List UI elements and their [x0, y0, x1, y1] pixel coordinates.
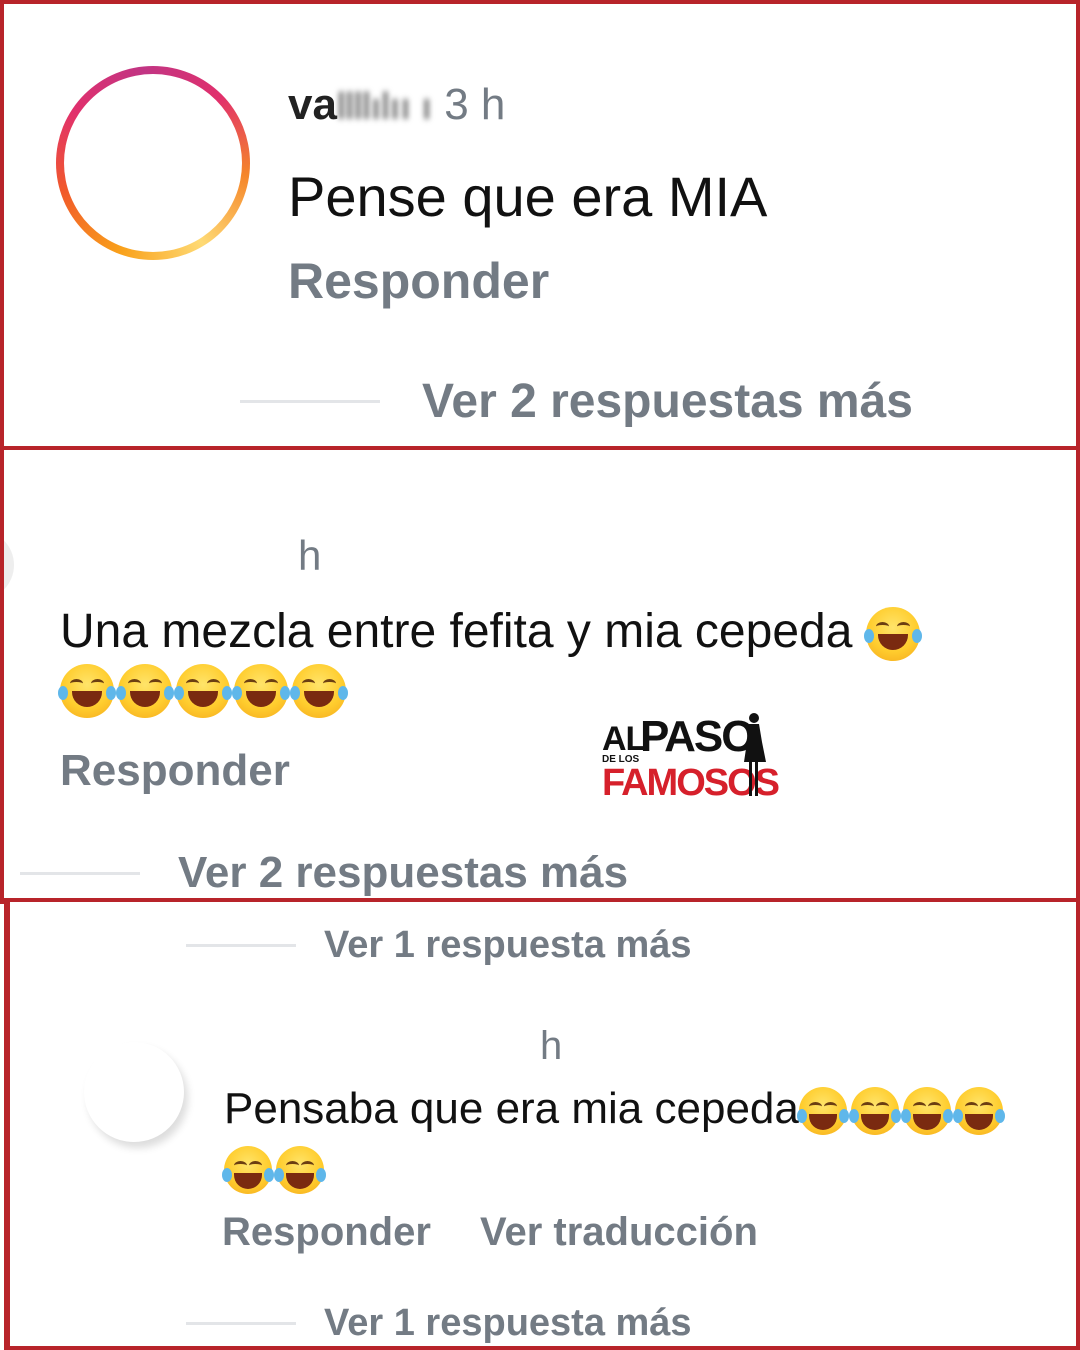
replies-divider [186, 944, 296, 947]
face-with-tears-of-joy-icon [274, 1146, 326, 1194]
view-more-replies[interactable]: Ver 1 respuesta más [324, 1302, 692, 1345]
comment-panel-2: h Una mezcla entre fefita y mia cepeda R… [0, 446, 1080, 904]
comment-text-content: Pensaba que era mia cepeda [224, 1084, 799, 1133]
replies-divider [186, 1322, 296, 1325]
reply-button[interactable]: Responder [60, 746, 290, 796]
emoji-row [58, 664, 350, 718]
view-more-replies[interactable]: Ver 2 respuestas más [422, 374, 913, 429]
face-with-tears-of-joy-icon [848, 1087, 901, 1136]
reply-button[interactable]: Responder [288, 252, 549, 310]
replies-divider [240, 400, 380, 403]
logo-text-paso: PASO [640, 712, 755, 761]
face-with-tears-of-joy-icon [174, 664, 232, 718]
watermark-logo: AL PASO DE LOS FAMOSOS [602, 712, 780, 812]
face-with-tears-of-joy-icon [290, 664, 348, 718]
face-with-tears-of-joy-icon [58, 664, 116, 718]
face-with-tears-of-joy-icon [232, 664, 290, 718]
comment-panel-1: vallllılıı ı 3 h Pense que era MIA Respo… [0, 0, 1080, 450]
comment-text-content: Una mezcla entre fefita y mia cepeda [60, 605, 853, 658]
face-with-tears-of-joy-icon [900, 1087, 953, 1136]
face-with-tears-of-joy-icon [116, 664, 174, 718]
translate-button[interactable]: Ver traducción [480, 1210, 758, 1255]
comment-time: h [298, 532, 322, 579]
woman-silhouette-icon [744, 713, 766, 796]
face-with-tears-of-joy-icon [222, 1146, 274, 1194]
username[interactable]: va [288, 80, 337, 129]
avatar[interactable] [84, 1042, 184, 1142]
face-with-tears-of-joy-icon [796, 1087, 849, 1136]
comment-text: Pensaba que era mia cepeda [224, 1084, 1007, 1136]
comment-text: Pense que era MIA [288, 165, 768, 228]
face-with-tears-of-joy-icon [952, 1087, 1005, 1136]
username-blurred: llllılıı ı [336, 86, 432, 128]
comment-header: vallllılıı ı 3 h [288, 80, 505, 130]
view-more-replies[interactable]: Ver 2 respuestas más [178, 848, 628, 898]
avatar[interactable] [4, 530, 14, 600]
reply-button[interactable]: Responder [222, 1210, 431, 1255]
face-with-tears-of-joy-icon [863, 607, 922, 662]
emoji-row [222, 1146, 328, 1194]
replies-divider [20, 872, 140, 875]
comment-panel-3: Ver 1 respuesta más h Pensaba que era mi… [4, 898, 1080, 1350]
comment-time: h [540, 1024, 563, 1068]
comment-text: Una mezcla entre fefita y mia cepeda [60, 604, 924, 662]
avatar[interactable] [56, 66, 250, 260]
comment-time: 3 h [444, 80, 506, 129]
view-more-replies-top[interactable]: Ver 1 respuesta más [324, 924, 692, 967]
